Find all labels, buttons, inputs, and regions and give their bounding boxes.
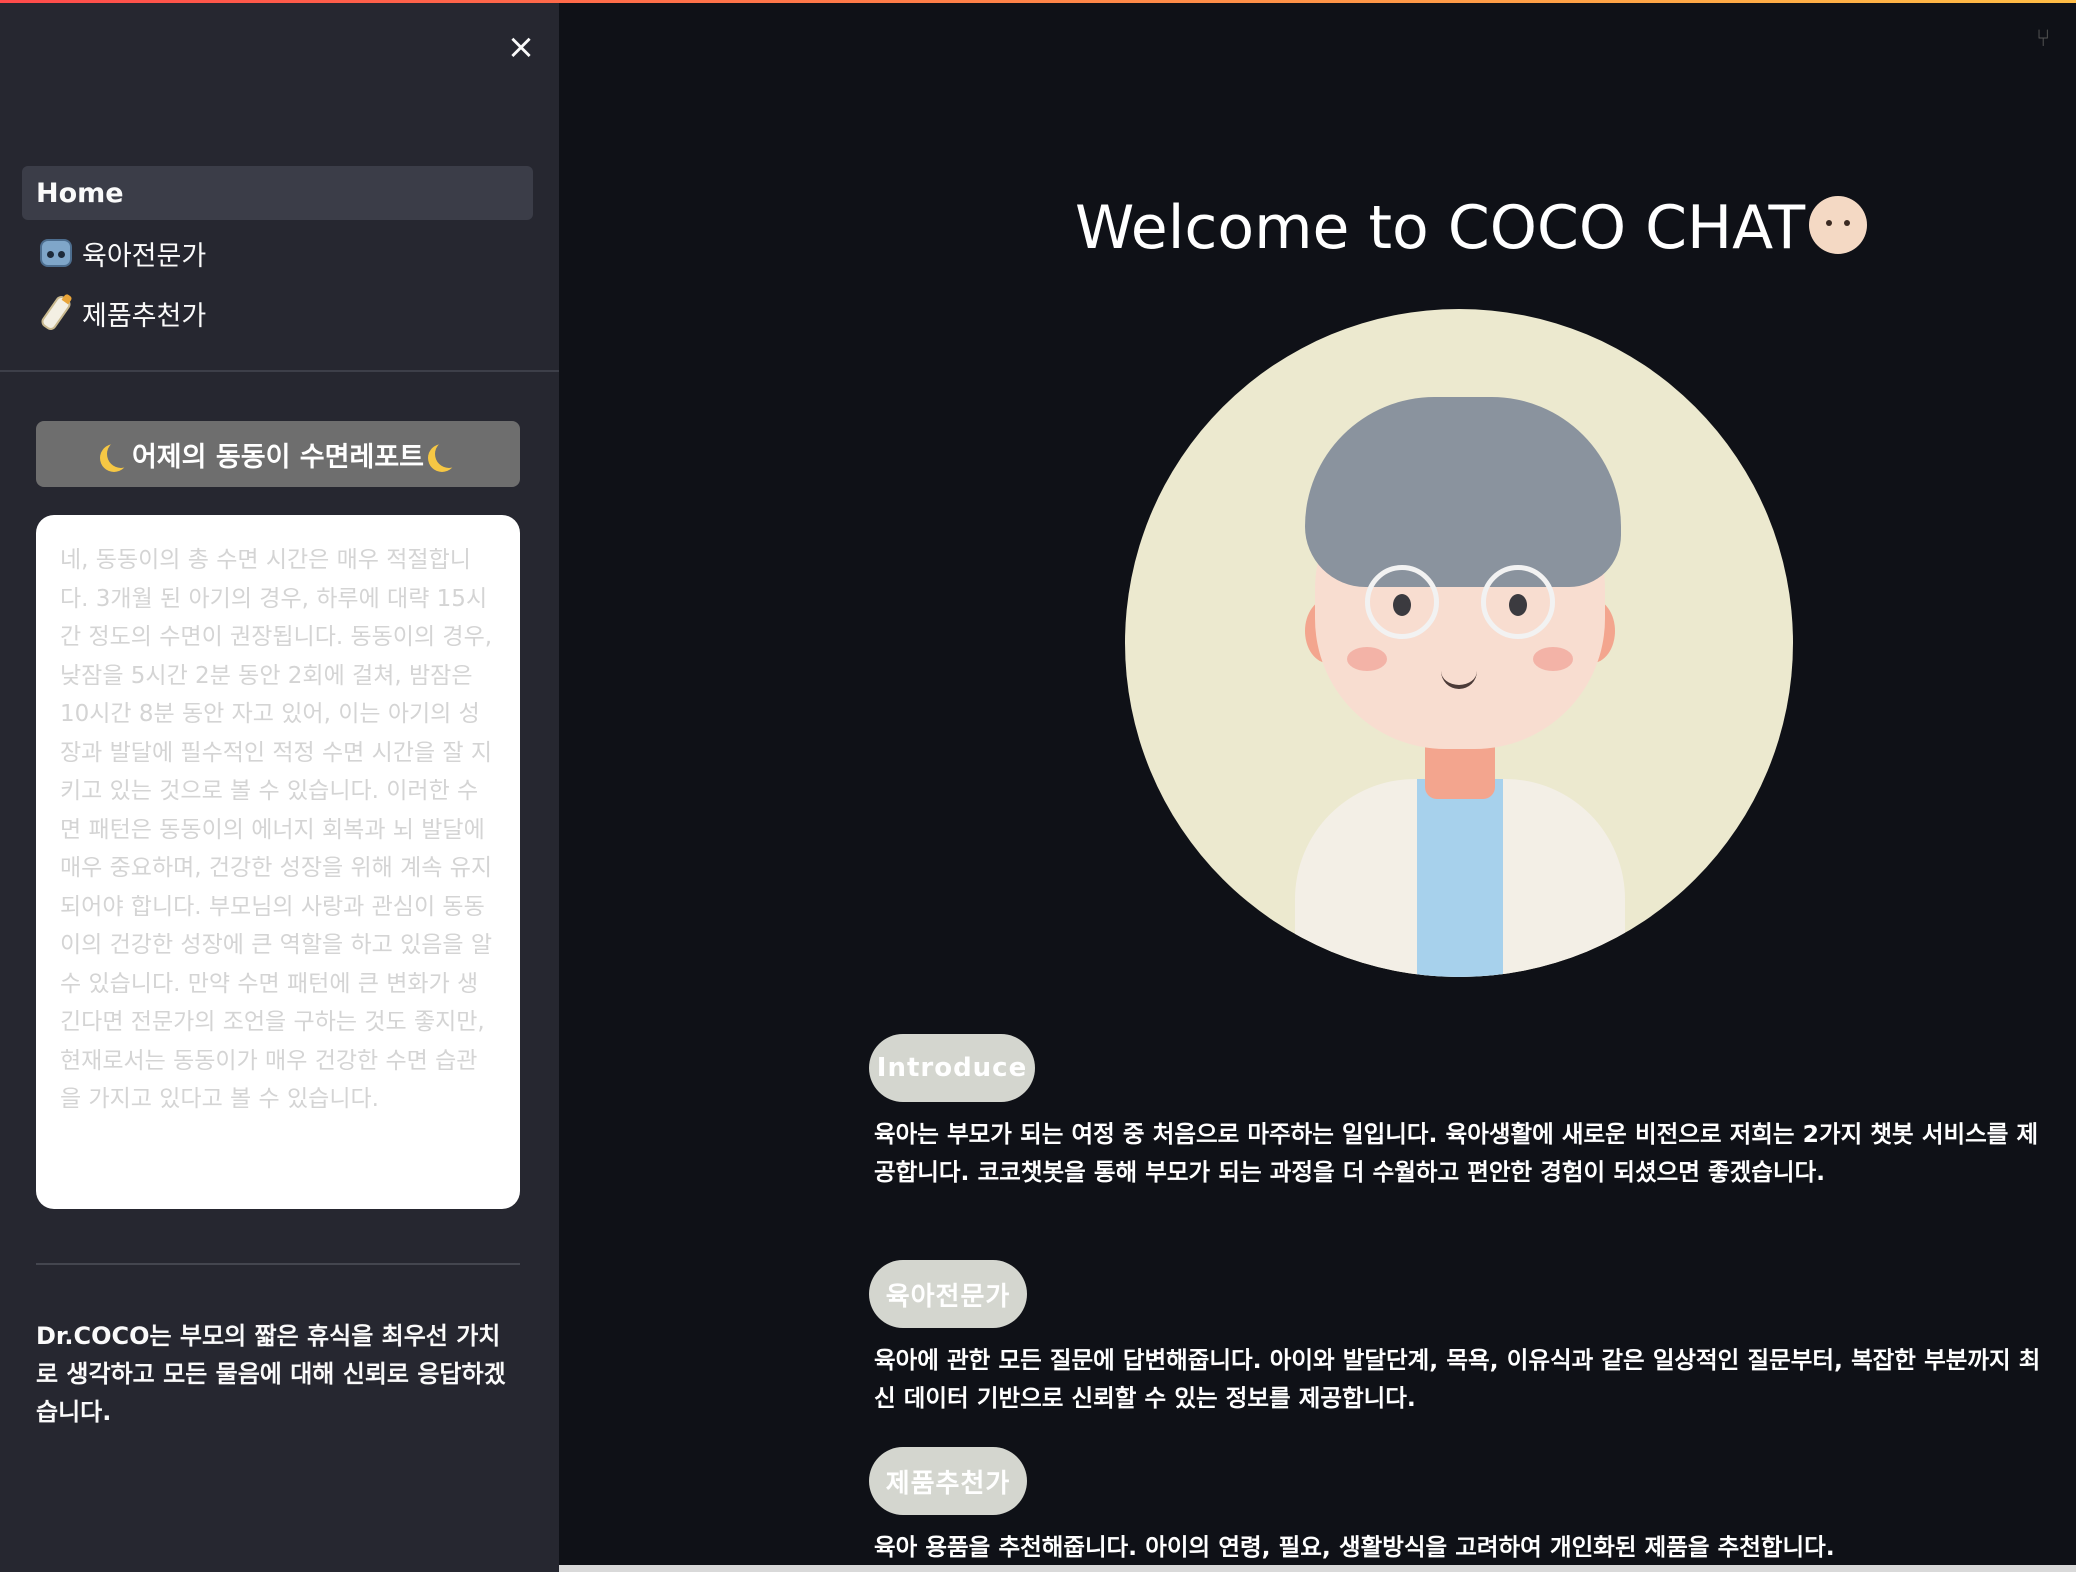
recommender-text: 육아 용품을 추천해줍니다. 아이의 연령, 필요, 생활방식을 고려하여 개인… bbox=[874, 1533, 1835, 1561]
nav-item-label: Home bbox=[36, 177, 124, 209]
robot-icon bbox=[36, 233, 76, 273]
sidebar: × Home 육아전문가 제품추천가 어제의 동동이 수면레포트 네, 동동이의… bbox=[0, 3, 559, 1572]
sleep-report-button[interactable]: 어제의 동동이 수면레포트 bbox=[36, 421, 520, 487]
nav-divider bbox=[0, 370, 559, 372]
sidebar-note: Dr.COCO는 부모의 짧은 휴식을 최우선 가치로 생각하고 모든 물음에 … bbox=[36, 1322, 506, 1426]
sidebar-nav: Home 육아전문가 제품추천가 bbox=[22, 166, 533, 346]
fork-icon[interactable]: ⑂ bbox=[2036, 25, 2062, 51]
doctor-avatar-image bbox=[1125, 309, 1793, 977]
main-content: ⑂ Welcome to COCO CHAT Introduce 육아는 부모가… bbox=[559, 3, 2076, 1572]
sidebar-divider bbox=[36, 1263, 520, 1265]
expert-text: 육아에 관한 모든 질문에 답변해줍니다. 아이와 발달단계, 목욕, 이유식과… bbox=[874, 1346, 2041, 1412]
nav-item-label: 육아전문가 bbox=[82, 240, 207, 272]
nav-item-home[interactable]: Home bbox=[22, 166, 533, 220]
horizontal-scrollbar[interactable] bbox=[559, 1565, 2076, 1572]
moon-icon bbox=[435, 440, 463, 468]
expert-pill: 육아전문가 bbox=[869, 1260, 1027, 1328]
sleep-report-label: 어제의 동동이 수면레포트 bbox=[131, 441, 425, 473]
moon-icon bbox=[107, 440, 135, 468]
page-title-text: Welcome to COCO CHAT bbox=[1075, 193, 1806, 263]
introduce-pill: Introduce bbox=[869, 1034, 1035, 1102]
nav-item-expert[interactable]: 육아전문가 bbox=[22, 226, 533, 280]
page-title: Welcome to COCO CHAT bbox=[1075, 193, 2076, 273]
baby-bottle-icon bbox=[36, 293, 76, 333]
nav-item-label: 제품추천가 bbox=[82, 300, 207, 332]
introduce-text: 육아는 부모가 되는 여정 중 처음으로 마주하는 일입니다. 육아생활에 새로… bbox=[874, 1120, 2039, 1186]
close-sidebar-button[interactable]: × bbox=[500, 26, 542, 68]
nav-item-recommender[interactable]: 제품추천가 bbox=[22, 286, 533, 340]
sleep-report-text: 네, 동동이의 총 수면 시간은 매우 적절합니다. 3개월 된 아기의 경우,… bbox=[36, 515, 520, 1209]
recommender-pill: 제품추천가 bbox=[869, 1447, 1027, 1515]
baby-face-icon bbox=[1809, 196, 1868, 254]
